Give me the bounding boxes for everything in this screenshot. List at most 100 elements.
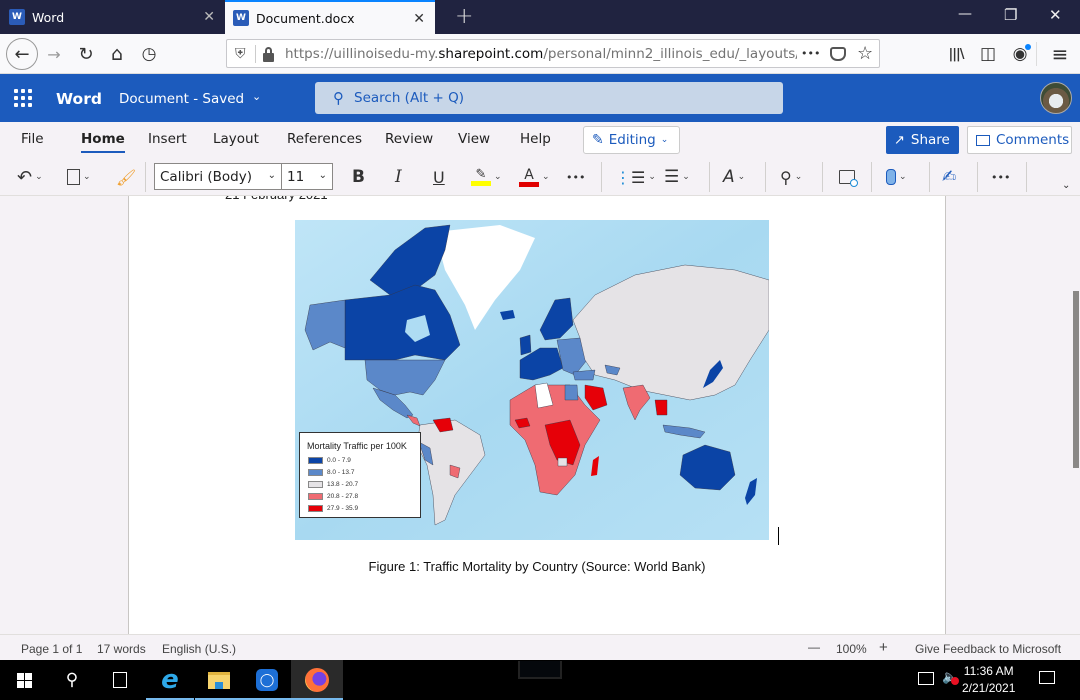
- url-text[interactable]: https://uillinoisedu-my.sharepoint.com/p…: [285, 46, 797, 62]
- highlight-color-swatch: [471, 181, 491, 186]
- tab-insert[interactable]: Insert: [148, 131, 187, 147]
- tab-review[interactable]: Review: [385, 131, 433, 147]
- account-icon[interactable]: ◉: [1008, 42, 1032, 66]
- taskbar-firefox[interactable]: [291, 660, 343, 700]
- reader-view-icon[interactable]: ◫: [976, 42, 1000, 66]
- dictate-button[interactable]: ⌄: [886, 166, 907, 188]
- zoom-out-button[interactable]: —: [808, 640, 820, 654]
- system-clock[interactable]: 11:36 AM 2/21/2021: [962, 663, 1015, 697]
- font-color-button[interactable]: A ⌄: [519, 166, 550, 188]
- tab-home[interactable]: Home: [81, 131, 125, 153]
- undo-button[interactable]: ↶ ⌄: [17, 166, 43, 188]
- chevron-down-icon[interactable]: ⌄: [252, 90, 261, 103]
- traffic-mortality-map[interactable]: Mortality Traffic per 100K 0.0 - 7.9 8.0…: [295, 220, 770, 540]
- action-center-icon[interactable]: [1039, 671, 1055, 684]
- styles-button[interactable]: A ⌄: [723, 166, 745, 188]
- start-button[interactable]: [0, 660, 48, 700]
- chevron-down-icon: ⌄: [267, 170, 276, 181]
- legend-swatch: [308, 493, 323, 500]
- tab-view[interactable]: View: [458, 131, 490, 147]
- find-button[interactable]: ⚲ ⌄: [780, 166, 802, 188]
- forward-button[interactable]: →: [42, 42, 66, 66]
- document-page[interactable]: 21 February 2021: [128, 196, 946, 634]
- app-launcher-icon[interactable]: [14, 89, 32, 107]
- volume-muted-icon[interactable]: 🔈: [942, 670, 959, 685]
- lock-icon[interactable]: [263, 53, 274, 62]
- minimize-window-button[interactable]: —: [958, 6, 972, 22]
- font-name-select[interactable]: Calibri (Body) ⌄: [154, 163, 282, 190]
- user-avatar[interactable]: [1040, 82, 1072, 114]
- expand-ribbon-button[interactable]: ⌄: [1062, 174, 1070, 196]
- designer-button[interactable]: ✍: [942, 166, 956, 188]
- network-icon[interactable]: [918, 672, 934, 685]
- taskbar-file-explorer[interactable]: [195, 660, 243, 700]
- taskbar-internet-explorer[interactable]: e: [146, 660, 194, 700]
- comments-button[interactable]: Comments: [967, 126, 1072, 154]
- new-tab-button[interactable]: +: [455, 4, 473, 29]
- comment-icon: [976, 134, 990, 146]
- library-icon[interactable]: |||\: [944, 42, 968, 66]
- share-button[interactable]: ↗ Share: [886, 126, 959, 154]
- document-title[interactable]: Document - Saved: [119, 91, 244, 107]
- date-text[interactable]: 21 February 2021: [225, 196, 328, 202]
- highlight-color-button[interactable]: ✎ ⌄: [471, 166, 502, 188]
- taskbar-app-blue[interactable]: ◯: [243, 660, 291, 700]
- editor-button[interactable]: [837, 166, 858, 188]
- italic-button[interactable]: I: [395, 166, 402, 188]
- task-view-button[interactable]: [96, 660, 144, 700]
- address-bar[interactable]: ⛨ https://uillinoisedu-my.sharepoint.com…: [226, 39, 880, 68]
- bullets-button[interactable]: ⋮☰ ⌄: [615, 166, 656, 188]
- more-font-options-button[interactable]: •••: [566, 166, 585, 188]
- editing-mode-button[interactable]: ✎ Editing ⌄: [583, 126, 680, 154]
- page-actions-icon[interactable]: •••: [801, 47, 820, 60]
- reload-button[interactable]: ↻: [74, 42, 98, 66]
- tab-references[interactable]: References: [287, 131, 362, 147]
- document-canvas[interactable]: 21 February 2021: [0, 196, 1080, 634]
- align-icon: ☰: [664, 167, 680, 187]
- hamburger-menu-icon[interactable]: ≡: [1048, 42, 1072, 66]
- underline-button[interactable]: U: [433, 166, 445, 188]
- pocket-icon[interactable]: [830, 46, 846, 61]
- history-button[interactable]: ◷: [137, 42, 161, 66]
- language[interactable]: English (U.S.): [162, 642, 236, 656]
- close-tab-icon[interactable]: ✕: [203, 9, 215, 25]
- format-painter-button[interactable]: 🖌: [116, 166, 136, 188]
- back-button[interactable]: ←: [6, 38, 38, 70]
- bookmark-star-icon[interactable]: ☆: [857, 43, 873, 64]
- zoom-level[interactable]: 100%: [836, 642, 867, 656]
- word-count[interactable]: 17 words: [97, 642, 146, 656]
- font-size-select[interactable]: 11 ⌄: [281, 163, 333, 190]
- paragraph-align-button[interactable]: ☰ ⌄: [664, 166, 690, 188]
- paste-button[interactable]: ⌄: [67, 166, 91, 188]
- chevron-down-icon: ⌄: [83, 172, 91, 182]
- legend-swatch: [308, 481, 323, 488]
- share-icon: ↗: [894, 132, 905, 148]
- highlighter-icon: ✎: [475, 167, 487, 182]
- clipboard-icon: [67, 169, 80, 185]
- tab-help[interactable]: Help: [520, 131, 551, 147]
- shield-icon[interactable]: ⛨: [235, 46, 246, 62]
- close-window-button[interactable]: ✕: [1049, 6, 1062, 24]
- taskbar-search-button[interactable]: ⚲: [48, 660, 96, 700]
- browser-tab-word[interactable]: W Word ✕: [0, 0, 225, 34]
- search-icon: ⚲: [333, 89, 344, 107]
- restore-window-button[interactable]: ❐: [1004, 6, 1017, 24]
- notification-dot: [1025, 44, 1031, 50]
- arrow-left-icon: ←: [14, 43, 30, 65]
- more-options-button[interactable]: •••: [991, 166, 1010, 188]
- tab-file[interactable]: File: [21, 131, 44, 147]
- tab-title: Document.docx: [256, 10, 355, 26]
- scrollbar-thumb[interactable]: [1073, 291, 1079, 468]
- feedback-link[interactable]: Give Feedback to Microsoft: [915, 642, 1061, 656]
- windows-taskbar: ⚲ e ◯ 🔈 11:36 AM 2/21/2021: [0, 660, 1080, 700]
- figure-caption[interactable]: Figure 1: Traffic Mortality by Country (…: [129, 559, 945, 574]
- search-box[interactable]: ⚲ Search (Alt + Q): [315, 82, 783, 114]
- home-button[interactable]: ⌂: [105, 42, 129, 66]
- tab-layout[interactable]: Layout: [213, 131, 259, 147]
- app-name[interactable]: Word: [56, 90, 102, 108]
- zoom-in-button[interactable]: +: [879, 639, 888, 656]
- browser-tab-document[interactable]: W Document.docx ✕: [225, 0, 435, 34]
- app-icon: ◯: [256, 669, 278, 691]
- bold-button[interactable]: B: [352, 166, 365, 188]
- close-tab-icon[interactable]: ✕: [413, 11, 425, 27]
